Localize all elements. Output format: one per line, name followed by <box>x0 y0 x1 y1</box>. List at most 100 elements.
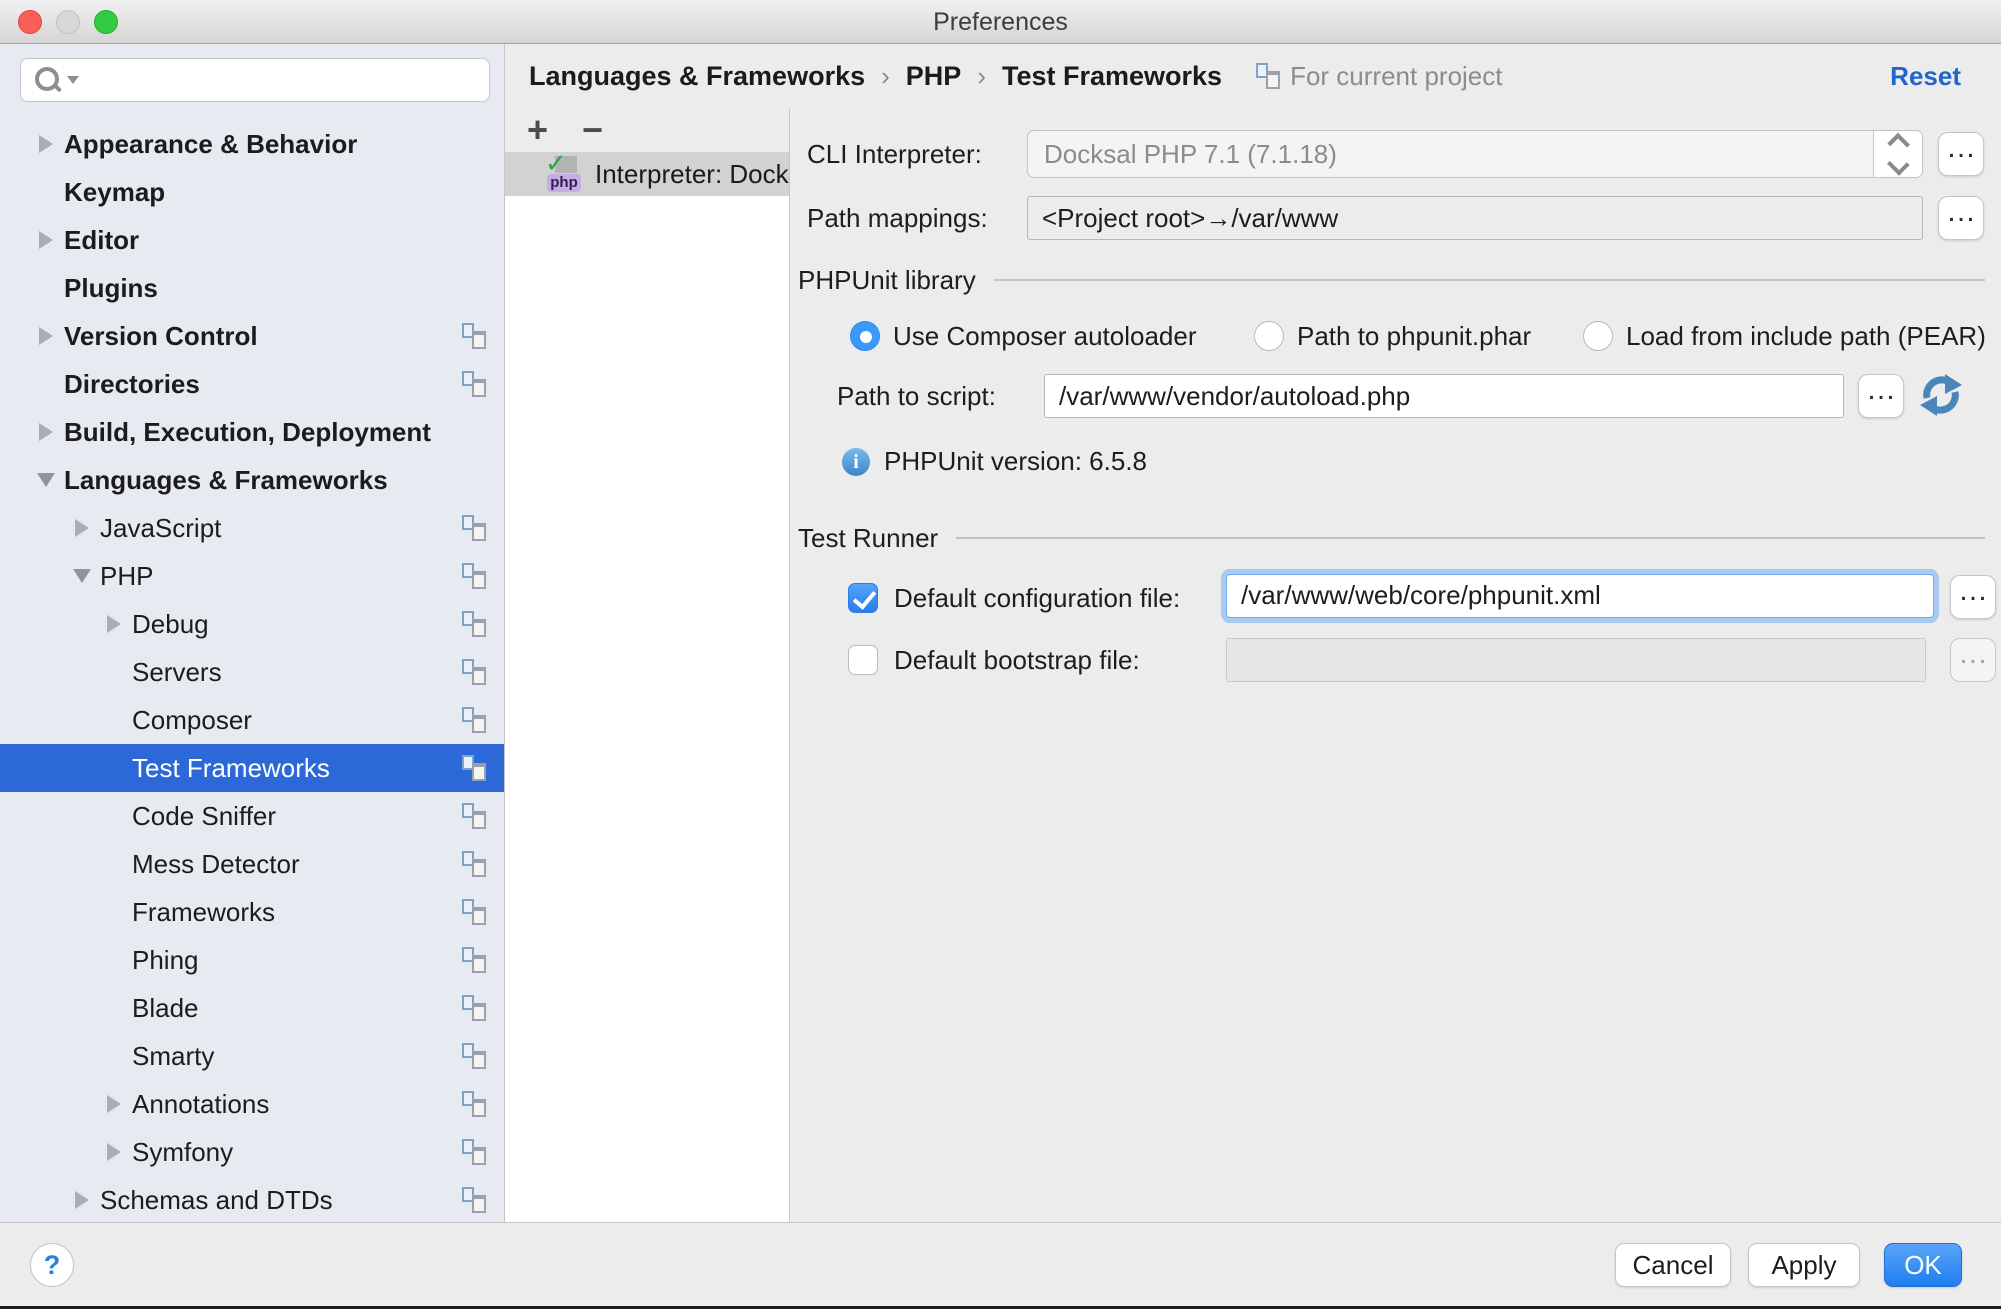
sidebar-item-editor[interactable]: Editor <box>0 216 504 264</box>
radio-path-to-phpunit-phar[interactable]: Path to phpunit.phar <box>1254 312 1531 360</box>
breadcrumb-separator: › <box>881 61 890 92</box>
interpreter-list-item-label: Interpreter: Dock <box>595 159 789 190</box>
path-to-script-input[interactable]: /var/www/vendor/autoload.php <box>1044 374 1844 418</box>
sidebar-item-servers[interactable]: Servers <box>0 648 504 696</box>
chevron-right-icon[interactable] <box>96 1143 132 1161</box>
project-shared-icon <box>462 1187 486 1213</box>
settings-search-box[interactable] <box>20 58 490 102</box>
add-interpreter-button[interactable]: + <box>527 110 548 150</box>
sidebar-item-version-control[interactable]: Version Control <box>0 312 504 360</box>
search-options-chevron-icon[interactable] <box>67 76 79 84</box>
radio-use-composer-autoloader[interactable]: Use Composer autoloader <box>850 312 1197 360</box>
breadcrumb-header: Languages & Frameworks › PHP › Test Fram… <box>505 44 2001 108</box>
chevron-right-icon[interactable] <box>64 519 100 537</box>
sidebar-item-build-execution-deployment[interactable]: Build, Execution, Deployment <box>0 408 504 456</box>
sidebar-item-label: Directories <box>64 369 462 400</box>
chevron-down-icon[interactable] <box>64 569 100 583</box>
default-configuration-input[interactable]: /var/www/web/core/phpunit.xml <box>1226 574 1934 618</box>
sidebar-item-schemas-and-dtds[interactable]: Schemas and DTDs <box>0 1176 504 1222</box>
path-mappings-label: Path mappings: <box>807 194 988 242</box>
sidebar-item-annotations[interactable]: Annotations <box>0 1080 504 1128</box>
window-title: Preferences <box>0 0 2001 44</box>
phpunit-version-text: PHPUnit version: 6.5.8 <box>884 446 1147 477</box>
interpreter-list-panel: + − ✓ php Interpreter: Dock <box>505 108 790 1222</box>
sidebar-item-languages-frameworks[interactable]: Languages & Frameworks <box>0 456 504 504</box>
test-runner-section: Test Runner <box>798 516 1985 560</box>
project-shared-icon <box>462 371 486 397</box>
sidebar-item-debug[interactable]: Debug <box>0 600 504 648</box>
sidebar-item-label: Smarty <box>132 1041 462 1072</box>
cancel-button[interactable]: Cancel <box>1615 1243 1731 1287</box>
sidebar-item-directories[interactable]: Directories <box>0 360 504 408</box>
help-button[interactable]: ? <box>30 1243 74 1287</box>
radio-label: Load from include path (PEAR) <box>1626 321 1986 352</box>
sidebar-item-php[interactable]: PHP <box>0 552 504 600</box>
sidebar-item-test-frameworks[interactable]: Test Frameworks <box>0 744 504 792</box>
sidebar-item-label: Version Control <box>64 321 462 352</box>
sidebar-item-plugins[interactable]: Plugins <box>0 264 504 312</box>
default-bootstrap-checkbox[interactable] <box>848 645 878 675</box>
project-shared-icon <box>462 1139 486 1165</box>
reset-link[interactable]: Reset <box>1890 61 1961 92</box>
settings-tree: Appearance & BehaviorKeymap Editor Plugins… <box>0 120 504 1222</box>
chevron-right-icon[interactable] <box>96 615 132 633</box>
project-shared-icon <box>462 803 486 829</box>
cli-interpreter-browse-button[interactable]: … <box>1938 132 1984 176</box>
sidebar-item-mess-detector[interactable]: Mess Detector <box>0 840 504 888</box>
chevron-right-icon[interactable] <box>28 327 64 345</box>
search-input[interactable] <box>87 65 477 95</box>
cli-interpreter-value: Docksal PHP 7.1 (7.1.18) <box>1028 131 1873 177</box>
sidebar-item-phing[interactable]: Phing <box>0 936 504 984</box>
chevron-right-icon[interactable] <box>28 423 64 441</box>
chevron-right-icon[interactable] <box>28 135 64 153</box>
cli-interpreter-label: CLI Interpreter: <box>807 130 982 178</box>
breadcrumb-test-frameworks[interactable]: Test Frameworks <box>1002 61 1222 92</box>
sidebar-item-appearance-behavior[interactable]: Appearance & Behavior <box>0 120 504 168</box>
combo-stepper[interactable] <box>1873 131 1922 177</box>
radio-button-icon[interactable] <box>1254 321 1284 351</box>
sidebar-item-composer[interactable]: Composer <box>0 696 504 744</box>
sidebar-item-label: Debug <box>132 609 462 640</box>
sidebar-item-javascript[interactable]: JavaScript <box>0 504 504 552</box>
default-configuration-checkbox[interactable] <box>848 583 878 613</box>
radio-button-icon[interactable] <box>1583 321 1613 351</box>
chevron-right-icon[interactable] <box>96 1095 132 1113</box>
sidebar-item-frameworks[interactable]: Frameworks <box>0 888 504 936</box>
radio-button-icon[interactable] <box>850 321 880 351</box>
chevron-down-icon[interactable] <box>28 473 64 487</box>
sidebar-item-blade[interactable]: Blade <box>0 984 504 1032</box>
title-bar: Preferences <box>0 0 2001 44</box>
chevron-right-icon[interactable] <box>64 1191 100 1209</box>
sidebar-item-label: Test Frameworks <box>132 753 462 784</box>
sidebar-item-label: Editor <box>64 225 486 256</box>
sidebar-item-label: Composer <box>132 705 462 736</box>
project-shared-icon <box>462 851 486 877</box>
radio-label: Path to phpunit.phar <box>1297 321 1531 352</box>
chevron-down-icon <box>1887 153 1909 175</box>
path-mappings-field[interactable]: <Project root>→/var/www <box>1027 196 1923 240</box>
interpreter-list-item[interactable]: ✓ php Interpreter: Dock <box>505 152 789 196</box>
sidebar-item-keymap[interactable]: Keymap <box>0 168 504 216</box>
phpunit-library-section-label: PHPUnit library <box>798 258 976 302</box>
project-shared-icon <box>462 947 486 973</box>
sidebar-item-symfony[interactable]: Symfony <box>0 1128 504 1176</box>
sidebar-item-label: Plugins <box>64 273 486 304</box>
ok-button[interactable]: OK <box>1884 1243 1962 1287</box>
apply-button[interactable]: Apply <box>1748 1243 1860 1287</box>
default-configuration-browse-button[interactable]: … <box>1950 575 1996 619</box>
radio-load-from-include-path[interactable]: Load from include path (PEAR) <box>1583 312 1986 360</box>
path-to-script-browse-button[interactable]: … <box>1858 374 1904 418</box>
cli-interpreter-select[interactable]: Docksal PHP 7.1 (7.1.18) <box>1027 130 1923 178</box>
sidebar-item-code-sniffer[interactable]: Code Sniffer <box>0 792 504 840</box>
remove-interpreter-button[interactable]: − <box>582 110 603 150</box>
project-shared-icon <box>462 1091 486 1117</box>
sidebar-item-smarty[interactable]: Smarty <box>0 1032 504 1080</box>
path-mappings-browse-button[interactable]: … <box>1938 196 1984 240</box>
project-shared-icon <box>462 1043 486 1069</box>
breadcrumb-languages-frameworks[interactable]: Languages & Frameworks <box>529 61 865 92</box>
refresh-icon[interactable] <box>1918 372 1964 418</box>
breadcrumb-php[interactable]: PHP <box>906 61 962 92</box>
sidebar-item-label: JavaScript <box>100 513 462 544</box>
chevron-right-icon[interactable] <box>28 231 64 249</box>
test-frameworks-form: CLI Interpreter: Docksal PHP 7.1 (7.1.18… <box>790 108 2001 1222</box>
